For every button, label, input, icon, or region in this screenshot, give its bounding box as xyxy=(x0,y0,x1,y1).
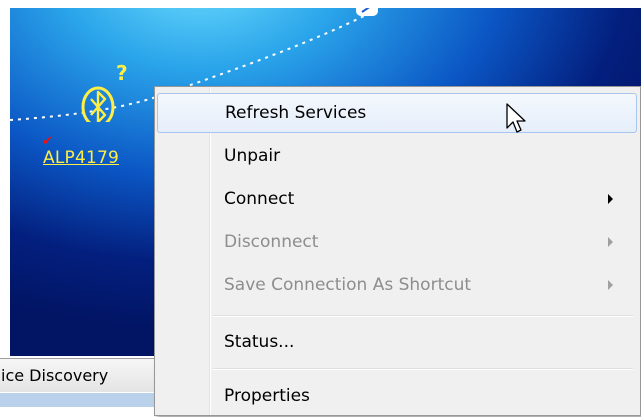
device-name-link[interactable]: ALP4179 xyxy=(43,148,119,168)
menu-item-label: Save Connection As Shortcut xyxy=(224,275,472,295)
menu-item-label: Status... xyxy=(224,332,295,352)
menu-item-refresh-services[interactable]: Refresh Services xyxy=(157,93,637,133)
menu-separator xyxy=(213,315,633,317)
menu-item-unpair[interactable]: Unpair xyxy=(157,137,637,177)
menu-item-properties[interactable]: Properties xyxy=(157,377,637,417)
mouse-pointer-icon xyxy=(506,103,526,133)
menu-item-disconnect[interactable]: Disconnect xyxy=(157,223,637,263)
menu-item-label: Disconnect xyxy=(224,232,319,252)
menu-item-connect[interactable]: Connect xyxy=(157,180,637,220)
menu-separator xyxy=(213,368,633,370)
connected-check-icon: ✔ xyxy=(42,134,53,149)
bluetooth-icon[interactable]: ? xyxy=(78,62,128,122)
menu-item-label: Properties xyxy=(224,386,310,406)
device-icon-partial[interactable] xyxy=(354,8,382,20)
menu-item-save-connection-shortcut[interactable]: Save Connection As Shortcut xyxy=(157,266,637,306)
svg-text:?: ? xyxy=(116,62,128,85)
menu-item-label: Refresh Services xyxy=(225,103,367,123)
discovery-tab-label: ice Discovery xyxy=(1,366,109,385)
tab-strip xyxy=(0,393,165,407)
context-menu: Refresh Services Unpair Connect Disconne… xyxy=(154,86,641,416)
menu-item-status[interactable]: Status... xyxy=(157,323,637,363)
menu-item-label: Connect xyxy=(224,189,295,209)
submenu-arrow-icon xyxy=(608,194,613,204)
submenu-arrow-icon xyxy=(608,237,613,247)
menu-item-label: Unpair xyxy=(224,146,281,166)
question-icon: ? xyxy=(116,62,128,85)
submenu-arrow-icon xyxy=(608,280,613,290)
